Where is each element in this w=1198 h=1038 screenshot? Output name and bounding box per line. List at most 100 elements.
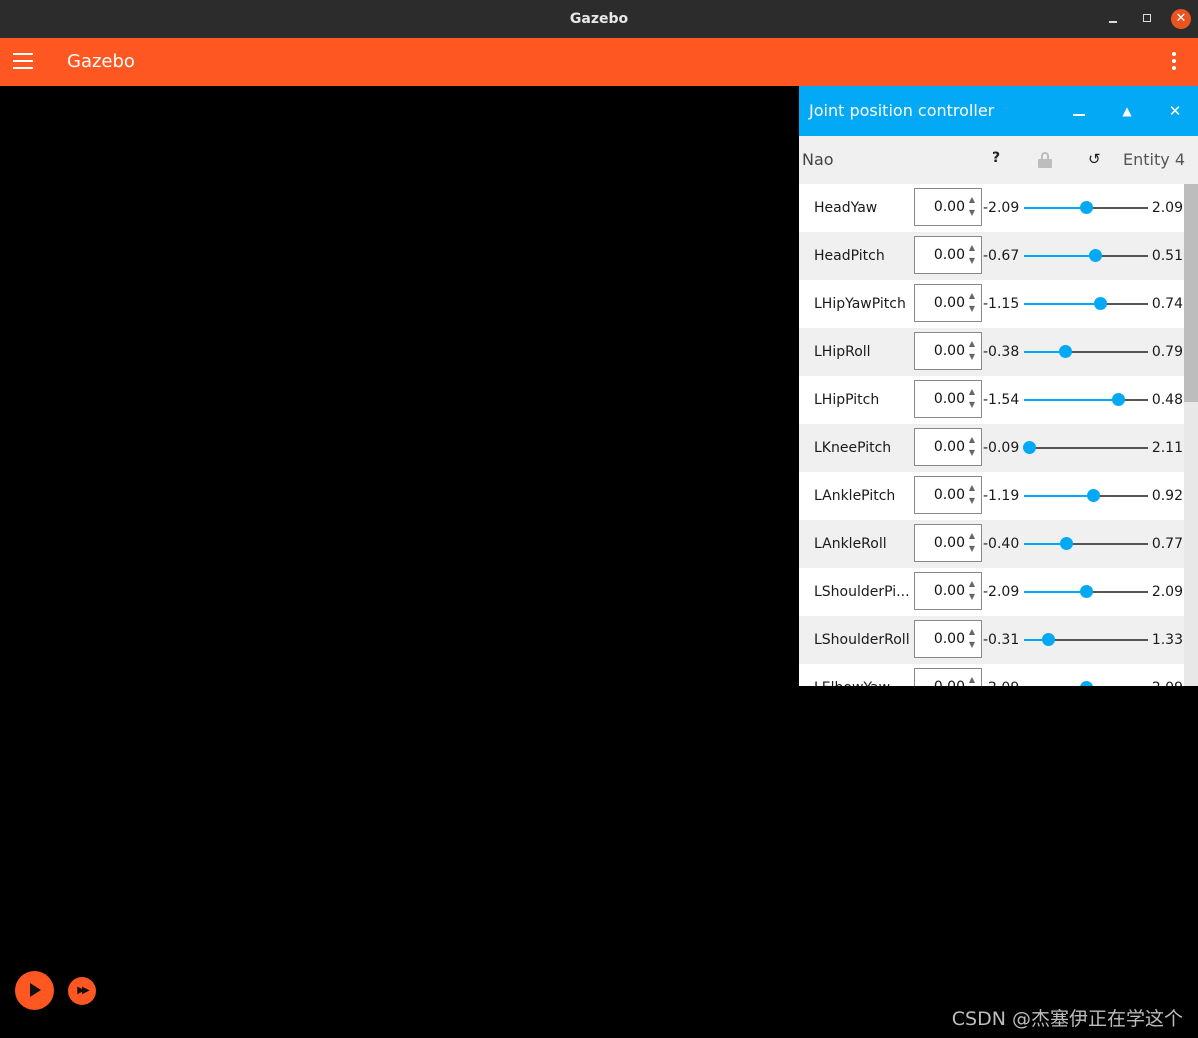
joint-value: 0.00 xyxy=(933,343,965,359)
step-forward-button[interactable]: ▶▶ xyxy=(68,977,96,1005)
slider-fill xyxy=(1024,495,1094,497)
joint-value-spinbox[interactable]: 0.00▲▼ xyxy=(914,188,982,226)
joint-min: -0.38 xyxy=(983,344,1020,360)
joint-slider[interactable] xyxy=(1024,585,1148,598)
slider-handle[interactable] xyxy=(1112,393,1126,406)
joint-slider[interactable] xyxy=(1024,537,1148,550)
slider-handle[interactable] xyxy=(1087,489,1101,502)
joint-value: 0.00 xyxy=(933,295,965,311)
triangle-up-icon: ▲ xyxy=(1122,104,1132,118)
joint-slider[interactable] xyxy=(1024,489,1148,502)
increment-icon[interactable]: ▲ xyxy=(967,675,977,684)
joint-slider[interactable] xyxy=(1024,633,1148,646)
decrement-icon[interactable]: ▼ xyxy=(967,256,977,265)
slider-handle[interactable] xyxy=(1041,633,1055,646)
decrement-icon[interactable]: ▼ xyxy=(967,304,977,313)
increment-icon[interactable]: ▲ xyxy=(967,627,977,636)
joint-min: -1.19 xyxy=(983,488,1020,504)
slider-handle[interactable] xyxy=(1080,585,1093,598)
joint-slider[interactable] xyxy=(1024,345,1148,358)
slider-handle[interactable] xyxy=(1060,537,1074,550)
joint-row: LAnklePitch 0.00 ▲ ▼ -1.19 0.92 xyxy=(799,472,1184,520)
increment-icon[interactable]: ▲ xyxy=(967,483,977,492)
decrement-icon[interactable]: ▼ xyxy=(967,208,977,217)
slider-fill xyxy=(1024,399,1119,401)
lock-icon[interactable] xyxy=(1038,152,1052,168)
decrement-icon[interactable]: ▼ xyxy=(967,544,977,553)
decrement-icon[interactable]: ▼ xyxy=(967,448,977,457)
window-maximize-button[interactable] xyxy=(1137,9,1157,29)
joint-row: LHipPitch 0.00 ▲ ▼ -1.54 0.48 xyxy=(799,376,1184,424)
joint-min: -0.40 xyxy=(983,536,1020,552)
joint-name: LAnkleRoll xyxy=(814,536,887,552)
joint-value-spinbox[interactable]: 0.00▲ ▼ xyxy=(914,524,982,562)
window-minimize-button[interactable] xyxy=(1103,9,1123,29)
joint-value: 0.00 xyxy=(933,391,965,407)
increment-icon[interactable]: ▲ xyxy=(967,435,977,444)
decrement-icon[interactable]: ▼ xyxy=(967,640,977,649)
slider-handle[interactable] xyxy=(1058,345,1072,358)
decrement-icon[interactable]: ▼ xyxy=(967,496,977,505)
joint-row: LElbowYaw0.00▲▼-2.09 2.09 xyxy=(799,664,1184,686)
joint-slider[interactable] xyxy=(1024,297,1148,310)
joint-value: 0.00 xyxy=(933,487,965,503)
increment-icon[interactable]: ▲ xyxy=(967,579,977,588)
joint-slider[interactable] xyxy=(1024,249,1148,262)
joint-slider[interactable] xyxy=(1024,393,1148,406)
joint-value-spinbox[interactable]: 0.00▲ ▼ xyxy=(914,380,982,418)
maximize-icon xyxy=(1143,14,1151,22)
increment-icon[interactable]: ▲ xyxy=(967,291,977,300)
help-icon[interactable]: ? xyxy=(992,150,1000,166)
joint-value-spinbox[interactable]: 0.00▲▼ xyxy=(914,668,982,686)
minimize-icon xyxy=(1073,114,1085,116)
joint-name: HeadYaw xyxy=(814,200,878,216)
window-titlebar: Gazebo ✕ xyxy=(0,0,1198,38)
joint-max: 0.79 xyxy=(1151,344,1183,360)
decrement-icon[interactable]: ▼ xyxy=(967,592,977,601)
scene-viewport[interactable] xyxy=(0,86,799,1038)
window-close-button[interactable]: ✕ xyxy=(1171,9,1191,29)
panel-close-button[interactable]: ✕ xyxy=(1165,101,1185,121)
joint-value: 0.00 xyxy=(933,535,965,551)
joint-value-spinbox[interactable]: 0.00▲▼ xyxy=(914,572,982,610)
increment-icon[interactable]: ▲ xyxy=(967,243,977,252)
slider-handle[interactable] xyxy=(1093,297,1107,310)
panel-scrollbar[interactable] xyxy=(1184,184,1198,686)
joint-value-spinbox[interactable]: 0.00▲ ▼ xyxy=(914,332,982,370)
increment-icon[interactable]: ▲ xyxy=(967,195,977,204)
reset-icon[interactable]: ↺ xyxy=(1088,150,1101,168)
panel-minimize-button[interactable] xyxy=(1069,101,1089,121)
slider-handle[interactable] xyxy=(1080,681,1093,686)
increment-icon[interactable]: ▲ xyxy=(967,387,977,396)
play-button[interactable] xyxy=(15,971,54,1010)
joint-value-spinbox[interactable]: 0.00▲ ▼ xyxy=(914,284,982,322)
joint-slider[interactable] xyxy=(1024,201,1148,214)
joint-name: LKneePitch xyxy=(814,440,892,456)
increment-icon[interactable]: ▲ xyxy=(967,339,977,348)
joint-row: LShoulderRoll 0.00 ▲ ▼ -0.31 1.33 xyxy=(799,616,1184,664)
slider-handle[interactable] xyxy=(1080,201,1093,214)
decrement-icon[interactable]: ▼ xyxy=(967,352,977,361)
joint-value-spinbox[interactable]: 0.00▲▼ xyxy=(914,620,982,658)
app-title: Gazebo xyxy=(67,51,135,72)
joint-name: LShoulderRoll xyxy=(814,632,910,648)
joint-row: LShoulderPi... 0.00 ▲ ▼ -2.09 2.09 xyxy=(799,568,1184,616)
slider-handle[interactable] xyxy=(1088,249,1102,262)
decrement-icon[interactable]: ▼ xyxy=(967,400,977,409)
scrollbar-thumb[interactable] xyxy=(1184,184,1198,402)
joint-value-spinbox[interactable]: 0.00▲ ▼ xyxy=(914,476,982,514)
play-icon xyxy=(30,983,41,997)
slider-handle[interactable] xyxy=(1022,441,1036,454)
slider-fill xyxy=(1024,255,1095,257)
joint-value-spinbox[interactable]: 0.00▲▼ xyxy=(914,236,982,274)
joint-max: 0.51 xyxy=(1151,248,1183,264)
minimize-icon xyxy=(1109,21,1117,23)
more-options-icon[interactable] xyxy=(1168,52,1180,74)
joint-slider[interactable] xyxy=(1022,441,1148,454)
panel-float-button[interactable]: ▲ xyxy=(1117,101,1137,121)
menu-icon[interactable] xyxy=(13,53,33,71)
joint-min: -2.09 xyxy=(983,664,1019,686)
joint-min: -2.09 xyxy=(983,200,1020,216)
joint-value-spinbox[interactable]: 0.00▲▼ xyxy=(914,428,982,466)
increment-icon[interactable]: ▲ xyxy=(967,531,977,540)
